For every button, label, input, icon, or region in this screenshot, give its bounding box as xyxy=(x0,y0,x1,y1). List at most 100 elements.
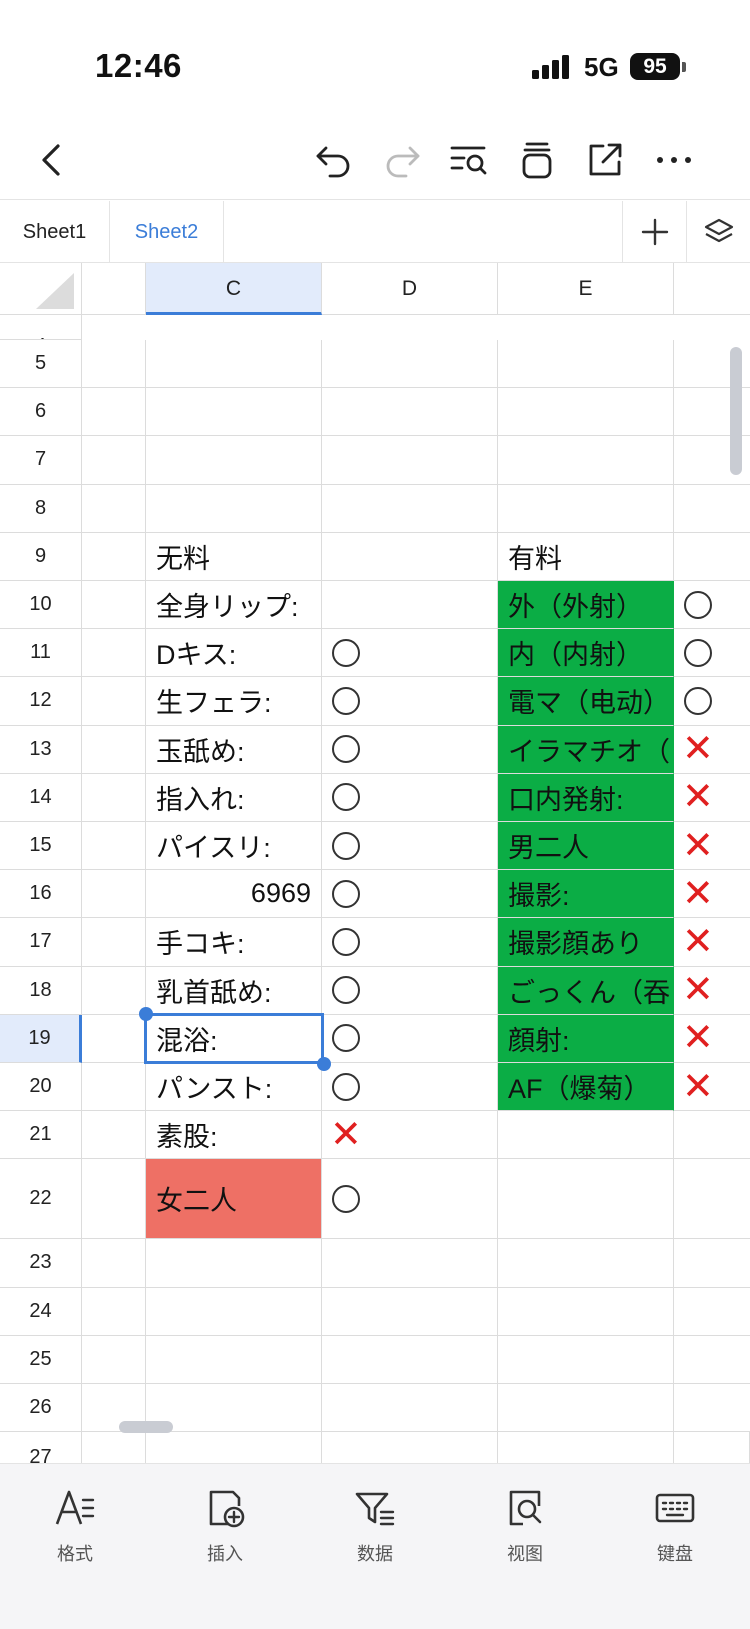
row-number[interactable]: 5 xyxy=(0,340,82,389)
cell-c[interactable]: 生フェラ: xyxy=(146,677,322,726)
cell-d[interactable] xyxy=(322,1159,498,1240)
cell-d[interactable] xyxy=(322,581,498,630)
cell-c[interactable]: 女二人 xyxy=(146,1159,322,1240)
cell-e[interactable]: 撮影顔あり xyxy=(498,918,674,967)
column-header-f[interactable] xyxy=(674,263,750,315)
cell-b[interactable] xyxy=(82,1239,146,1288)
cell-e[interactable]: AF（爆菊） xyxy=(498,1063,674,1112)
cell-d[interactable] xyxy=(322,725,498,774)
cell-e[interactable] xyxy=(498,1335,674,1384)
row-number[interactable]: 14 xyxy=(0,773,82,822)
find-icon[interactable] xyxy=(448,138,492,182)
cell-f[interactable]: ✕ xyxy=(674,822,750,871)
row-number[interactable]: 16 xyxy=(0,870,82,919)
layers-icon[interactable] xyxy=(686,201,750,263)
row-number[interactable]: 9 xyxy=(0,532,82,581)
cell-d[interactable] xyxy=(322,773,498,822)
cell-c[interactable]: 全身リップ: xyxy=(146,581,322,630)
cell-c[interactable] xyxy=(146,1335,322,1384)
cell-f[interactable] xyxy=(674,1111,750,1160)
row-number[interactable]: 24 xyxy=(0,1287,82,1336)
tab-sheet2[interactable]: Sheet2 xyxy=(110,201,224,263)
cell-e[interactable] xyxy=(498,340,674,389)
cell-c[interactable] xyxy=(146,340,322,389)
cell-e[interactable]: 口内発射: xyxy=(498,773,674,822)
cell-f[interactable]: ✕ xyxy=(674,870,750,919)
cell-c[interactable]: パンスト: xyxy=(146,1063,322,1112)
cell-d[interactable] xyxy=(322,629,498,678)
keyboard-button[interactable]: 键盘 xyxy=(625,1486,725,1566)
spreadsheet-grid[interactable]: C D E 4 56789 无料 有料 10 全身リップ: 外（外射） 11 Dキス: 内（内射… xyxy=(0,263,750,1463)
cell-d[interactable] xyxy=(322,966,498,1015)
cell-c[interactable]: 手コキ: xyxy=(146,918,322,967)
cell-d[interactable] xyxy=(322,532,498,581)
cell-c[interactable]: 指入れ: xyxy=(146,773,322,822)
redo-icon[interactable] xyxy=(380,138,424,182)
tab-sheet1[interactable]: Sheet1 xyxy=(0,201,110,263)
cell-b[interactable] xyxy=(82,436,146,485)
cell-e[interactable]: 外（外射） xyxy=(498,581,674,630)
cell-c[interactable]: 玉舐め: xyxy=(146,725,322,774)
cell-f[interactable]: ✕ xyxy=(674,774,750,822)
column-header-b[interactable] xyxy=(82,263,146,315)
cell-c[interactable]: パイスリ: xyxy=(146,822,322,871)
cell-e[interactable]: ごっくん（吞 xyxy=(498,966,674,1015)
cell-b[interactable] xyxy=(82,388,146,437)
cell-f[interactable] xyxy=(674,581,750,630)
insert-button[interactable]: 插入 xyxy=(175,1486,275,1566)
cell-e[interactable]: 顔射: xyxy=(498,1014,674,1063)
row-number[interactable]: 12 xyxy=(0,677,82,726)
cell-f[interactable]: ✕ xyxy=(674,726,750,774)
cell-e[interactable] xyxy=(498,1159,674,1240)
cell-d[interactable] xyxy=(322,436,498,485)
cell-b[interactable] xyxy=(82,1159,146,1240)
cell-b[interactable] xyxy=(82,1335,146,1384)
vertical-scrollbar[interactable] xyxy=(730,347,742,475)
cell-b[interactable] xyxy=(82,629,146,678)
cell-e[interactable]: イラマチオ（ xyxy=(498,725,674,774)
cell-e[interactable] xyxy=(498,484,674,533)
cell-f[interactable] xyxy=(674,629,750,678)
add-sheet-icon[interactable] xyxy=(622,201,686,263)
cell-c[interactable] xyxy=(146,1239,322,1288)
row-number[interactable]: 19 xyxy=(0,1014,82,1063)
cell-d[interactable] xyxy=(322,1063,498,1112)
cell-d[interactable] xyxy=(322,1384,498,1433)
share-icon[interactable] xyxy=(583,138,627,182)
cell-e[interactable]: 撮影: xyxy=(498,870,674,919)
cell-c[interactable]: Dキス: xyxy=(146,629,322,678)
cell-b[interactable] xyxy=(82,918,146,967)
column-header-d[interactable]: D xyxy=(322,263,498,315)
cell-b[interactable] xyxy=(82,822,146,871)
cell-b[interactable] xyxy=(82,1287,146,1336)
cell-d[interactable] xyxy=(322,388,498,437)
cell-e[interactable]: 男二人 xyxy=(498,822,674,871)
row-number[interactable]: 21 xyxy=(0,1111,82,1160)
cell[interactable] xyxy=(674,1432,750,1463)
cell-b[interactable] xyxy=(82,1111,146,1160)
row-number[interactable]: 23 xyxy=(0,1239,82,1288)
cell-e[interactable]: 電マ（电动） xyxy=(498,677,674,726)
column-header-c[interactable]: C xyxy=(146,263,322,315)
cell-e[interactable] xyxy=(498,1384,674,1433)
row-number[interactable]: 27 xyxy=(0,1432,82,1463)
cell-e[interactable]: 内（内射） xyxy=(498,629,674,678)
cell-f[interactable] xyxy=(674,485,750,533)
cell-e[interactable] xyxy=(498,388,674,437)
row-number[interactable]: 7 xyxy=(0,436,82,485)
cell-f[interactable] xyxy=(674,677,750,726)
cell-d[interactable] xyxy=(322,1239,498,1288)
row-number[interactable]: 4 xyxy=(0,315,82,340)
cell-d[interactable] xyxy=(322,677,498,726)
cell-f[interactable] xyxy=(674,1239,750,1288)
row-number[interactable]: 20 xyxy=(0,1063,82,1112)
column-header-e[interactable]: E xyxy=(498,263,674,315)
cell-b[interactable] xyxy=(82,581,146,630)
row-number[interactable]: 10 xyxy=(0,581,82,630)
cell-f[interactable]: ✕ xyxy=(674,918,750,967)
row-number[interactable]: 13 xyxy=(0,725,82,774)
cell-b[interactable] xyxy=(82,340,146,389)
cell-d[interactable] xyxy=(322,918,498,967)
cell[interactable] xyxy=(146,1432,322,1463)
cell-e[interactable]: 有料 xyxy=(498,532,674,581)
